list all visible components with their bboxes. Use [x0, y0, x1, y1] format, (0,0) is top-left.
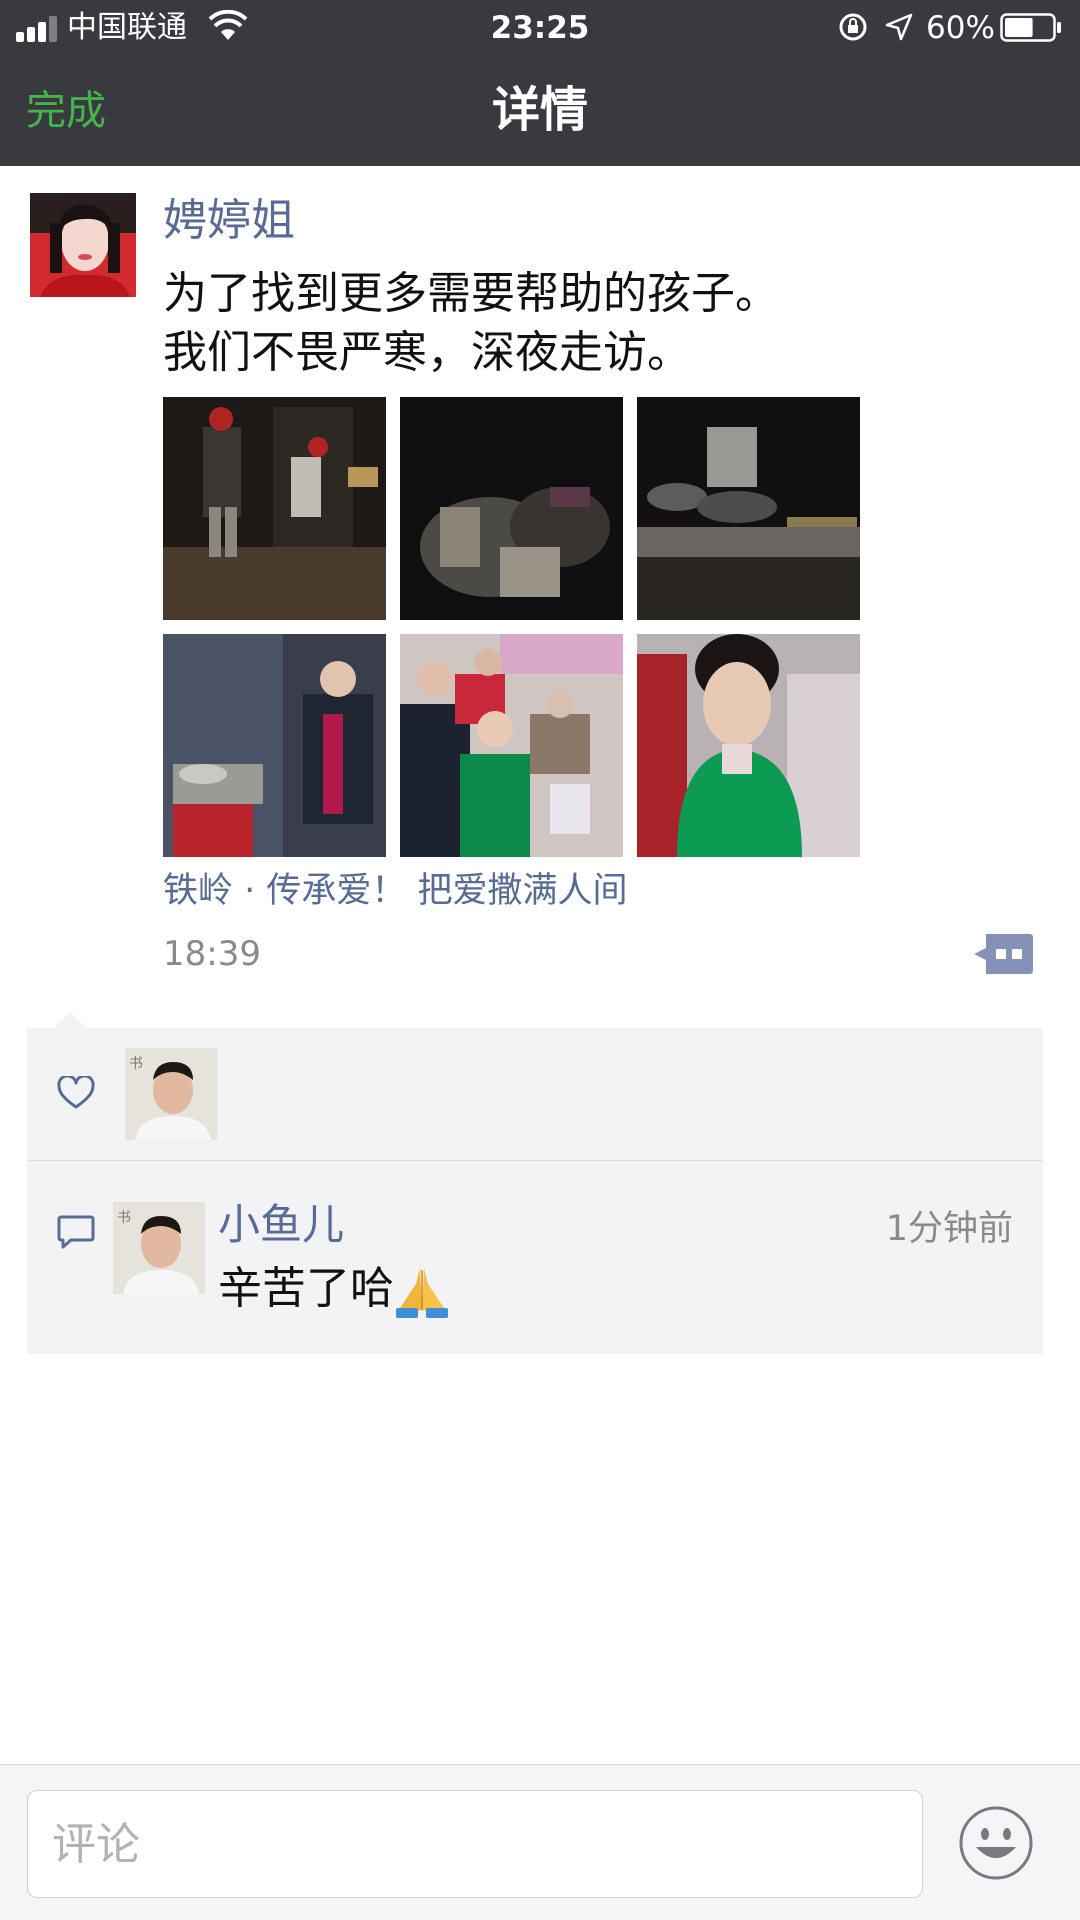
status-bar: 中国联通 23:25 60%	[0, 0, 1080, 56]
comment-input[interactable]	[27, 1790, 923, 1898]
post-photo-6[interactable]	[637, 634, 860, 857]
folded-hands-icon	[396, 1268, 448, 1318]
post-photo-3[interactable]	[637, 397, 860, 620]
location-icon	[885, 13, 913, 41]
status-time: 23:25	[490, 10, 590, 46]
battery-percent: 60%	[926, 10, 995, 46]
post-text: 为了找到更多需要帮助的孩子。 我们不畏严寒，深夜走访。	[163, 264, 1043, 382]
author-avatar[interactable]	[30, 193, 136, 297]
comment-text-body: 辛苦了哈	[218, 1263, 394, 1314]
comment-icon	[57, 1215, 95, 1249]
post-time: 18:39	[163, 934, 261, 974]
comment-time: 1分钟前	[885, 1209, 1013, 1249]
interactions-pointer	[54, 1012, 86, 1028]
svg-text:书: 书	[117, 1210, 131, 1226]
liker-avatar[interactable]: 书	[125, 1048, 217, 1140]
comment-text: 辛苦了哈	[218, 1260, 450, 1318]
commenter-avatar[interactable]: 书	[113, 1202, 205, 1294]
post-text-line: 为了找到更多需要帮助的孩子。	[163, 268, 779, 319]
svg-text:书: 书	[129, 1056, 143, 1072]
post-photo-4[interactable]	[163, 634, 386, 857]
heart-icon	[57, 1076, 95, 1109]
post-photo-5[interactable]	[400, 634, 623, 857]
comment-bar	[0, 1764, 1080, 1920]
commenter-name[interactable]: 小鱼儿	[218, 1198, 344, 1252]
page-title: 详情	[491, 82, 588, 138]
likes-divider	[27, 1160, 1043, 1161]
more-actions-button[interactable]	[972, 932, 1034, 976]
post-text-line: 我们不畏严寒，深夜走访。	[163, 327, 691, 378]
smiley-face-icon[interactable]	[958, 1805, 1034, 1881]
post-photo-2[interactable]	[400, 397, 623, 620]
interactions-panel: 书 书 小鱼儿 1分钟前 辛苦了哈	[27, 1028, 1043, 1354]
battery-icon	[1000, 13, 1061, 42]
rotation-lock-icon	[839, 13, 867, 41]
post-author-name[interactable]: 娉婷姐	[163, 193, 295, 249]
nav-bar: 完成 详情	[0, 56, 1080, 166]
post-location[interactable]: 铁岭 · 传承爱！ 把爱撒满人间	[163, 868, 628, 914]
top-bar: 中国联通 23:25 60% 完成 详情	[0, 0, 1080, 166]
photo-grid	[163, 397, 863, 859]
post-photo-1[interactable]	[163, 397, 386, 620]
